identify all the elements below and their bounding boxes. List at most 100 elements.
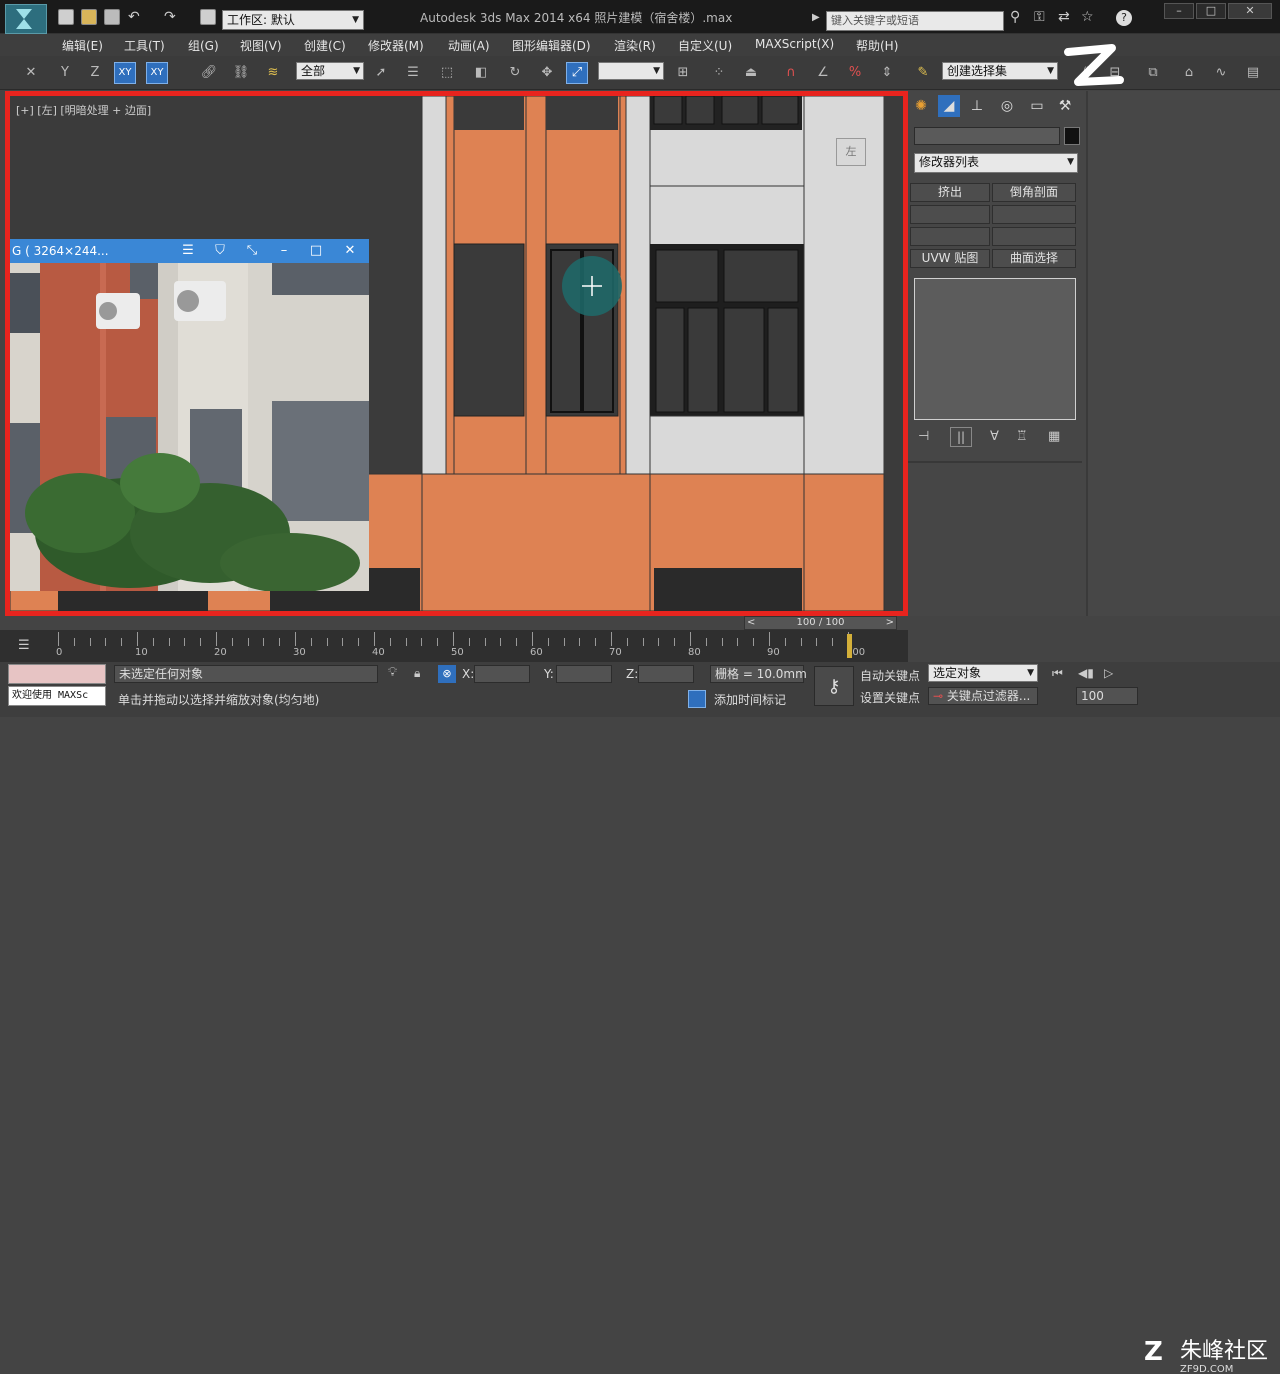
viewport-label[interactable]: [+] [左] [明暗处理 + 边面] bbox=[16, 102, 151, 118]
redo-icon[interactable]: ↷ bbox=[164, 9, 176, 25]
modifier-slot-button[interactable] bbox=[910, 227, 990, 246]
viewcube[interactable]: 左 bbox=[836, 138, 866, 166]
spinner-snap-icon[interactable]: ⇕ bbox=[876, 62, 898, 84]
create-tab-icon[interactable]: ✺ bbox=[910, 95, 932, 117]
show-end-result-icon[interactable]: || bbox=[950, 427, 972, 447]
object-color-swatch[interactable] bbox=[1064, 127, 1080, 145]
maximize-button[interactable]: □ bbox=[1196, 3, 1226, 19]
uvw-map-button[interactable]: UVW 贴图 bbox=[910, 249, 990, 268]
modifier-slot-button[interactable] bbox=[992, 227, 1076, 246]
maxscript-mini-listener[interactable]: 欢迎使用 MAXSc bbox=[8, 686, 106, 706]
track-bar-menu-icon[interactable]: ☰ bbox=[18, 638, 30, 653]
modifier-slot-button[interactable] bbox=[910, 205, 990, 224]
add-time-tag-label[interactable]: 添加时间标记 bbox=[714, 691, 786, 708]
set-key-button[interactable]: 设置关键点 bbox=[860, 689, 920, 706]
configure-sets-icon[interactable]: ▦ bbox=[1048, 429, 1060, 444]
pin-stack-icon[interactable]: ⊣ bbox=[918, 429, 929, 444]
go-to-start-icon[interactable]: ⏮ bbox=[1052, 666, 1063, 681]
time-slider[interactable]: < 100 / 100 > bbox=[744, 616, 897, 630]
window-crossing-icon[interactable]: ◧ bbox=[470, 62, 492, 84]
search-input[interactable]: 键入关键字或短语 bbox=[826, 11, 1004, 31]
fullscreen-icon[interactable]: ⤡ bbox=[240, 239, 264, 263]
track-bar[interactable]: ☰ 0 10 20 30 40 50 60 70 80 90 100 bbox=[0, 630, 908, 662]
select-manipulate-icon[interactable]: ⁘ bbox=[708, 62, 730, 84]
set-key-icon[interactable]: ⚷ bbox=[814, 666, 854, 706]
menu-icon[interactable]: ☰ bbox=[176, 239, 200, 263]
rotate-icon[interactable]: ↻ bbox=[504, 62, 526, 84]
modifier-stack-list[interactable] bbox=[914, 278, 1076, 420]
modifier-slot-button[interactable] bbox=[992, 205, 1076, 224]
x-coord-field[interactable] bbox=[474, 665, 530, 683]
bind-spacewarp-icon[interactable]: ≋ bbox=[262, 62, 284, 84]
menu-customize[interactable]: 自定义(U) bbox=[678, 37, 732, 54]
make-unique-icon[interactable]: ∀ bbox=[990, 429, 999, 444]
scale-button[interactable]: ⤢ bbox=[566, 62, 588, 84]
modify-tab-icon[interactable]: ◢ bbox=[938, 95, 960, 117]
curve-editor-icon[interactable]: ∿ bbox=[1210, 62, 1232, 84]
utilities-tab-icon[interactable]: ⚒ bbox=[1054, 95, 1076, 117]
angle-snap-icon[interactable]: ∠ bbox=[812, 62, 834, 84]
selection-lock-icon[interactable]: 🔒︎ bbox=[414, 666, 420, 681]
app-logo-icon[interactable] bbox=[5, 4, 47, 34]
key-filters-button[interactable]: ⊸ 关键点过滤器... bbox=[928, 687, 1038, 705]
reference-coordinate-dropdown[interactable]: ▼ bbox=[598, 62, 664, 80]
schematic-view-icon[interactable]: ▤ bbox=[1242, 62, 1264, 84]
key-mode-dropdown[interactable]: 选定对象 ▼ bbox=[928, 664, 1038, 682]
menu-rendering[interactable]: 渲染(R) bbox=[614, 37, 656, 54]
key-icon[interactable]: ⚿ bbox=[1034, 9, 1045, 25]
star-icon[interactable]: ☆ bbox=[1081, 9, 1094, 25]
current-frame-field[interactable]: 100 bbox=[1076, 687, 1138, 705]
display-tab-icon[interactable]: ▭ bbox=[1026, 95, 1048, 117]
absolute-mode-icon[interactable]: ⊗ bbox=[438, 665, 456, 683]
motion-tab-icon[interactable]: ◎ bbox=[996, 95, 1018, 117]
save-file-icon[interactable] bbox=[104, 9, 120, 25]
left-viewport[interactable]: [+] [左] [明暗处理 + 边面] 左 G ( 3264×244... ☰ … bbox=[5, 91, 908, 616]
axis-y-icon[interactable]: Y bbox=[54, 62, 76, 84]
scene-explorer-icon[interactable]: ⌂ bbox=[1178, 62, 1200, 84]
menu-graph-editors[interactable]: 图形编辑器(D) bbox=[512, 37, 591, 54]
menu-animation[interactable]: 动画(A) bbox=[448, 37, 490, 54]
named-selection-dropdown[interactable]: 创建选择集 ▼ bbox=[942, 62, 1058, 80]
select-object-icon[interactable]: ➚ bbox=[370, 62, 392, 84]
layer-manager-icon[interactable]: ⧉ bbox=[1142, 62, 1164, 84]
hierarchy-tab-icon[interactable]: ⊥ bbox=[966, 95, 988, 117]
link-icon[interactable]: 🔗︎ bbox=[198, 62, 220, 84]
exchange-icon[interactable]: ⇄ bbox=[1058, 9, 1070, 25]
object-name-field[interactable] bbox=[914, 127, 1060, 145]
unlink-icon[interactable]: ⛓︎ bbox=[230, 62, 252, 84]
pivot-icon[interactable]: ⊞ bbox=[672, 62, 694, 84]
auto-key-button[interactable]: 自动关键点 bbox=[860, 667, 920, 684]
percent-snap-icon[interactable]: % bbox=[844, 62, 866, 84]
menu-group[interactable]: 组(G) bbox=[188, 37, 219, 54]
maxscript-listener-swatch[interactable] bbox=[8, 664, 106, 684]
surface-select-button[interactable]: 曲面选择 bbox=[992, 249, 1076, 268]
minimize-icon[interactable]: – bbox=[272, 239, 296, 263]
open-file-icon[interactable] bbox=[81, 9, 97, 25]
modifier-list-dropdown[interactable]: 修改器列表 ▼ bbox=[914, 153, 1078, 173]
shirt-icon[interactable]: ⛉ bbox=[208, 239, 232, 263]
axis-xy-cycle-button[interactable]: XY bbox=[146, 62, 168, 84]
axis-z-icon[interactable]: Z bbox=[84, 62, 106, 84]
menu-tools[interactable]: 工具(T) bbox=[124, 37, 165, 54]
maximize-icon[interactable]: □ bbox=[304, 239, 328, 263]
undo-icon[interactable]: ↶ bbox=[128, 9, 140, 25]
play-icon[interactable]: ▷ bbox=[1104, 666, 1113, 680]
time-slider-prev-icon[interactable]: < bbox=[747, 617, 755, 629]
time-slider-next-icon[interactable]: > bbox=[886, 617, 894, 629]
previous-frame-icon[interactable]: ◀▮ bbox=[1078, 666, 1094, 680]
axis-x-icon[interactable]: ✕ bbox=[20, 62, 42, 84]
photo-viewer-titlebar[interactable]: G ( 3264×244... ☰ ⛉ ⤡ – □ ✕ bbox=[10, 239, 369, 263]
edit-named-selection-icon[interactable]: ✎ bbox=[912, 62, 934, 84]
extrude-button[interactable]: 挤出 bbox=[910, 183, 990, 202]
search-arrow-icon[interactable]: ▶ bbox=[812, 12, 820, 23]
photo-viewer-window[interactable]: G ( 3264×244... ☰ ⛉ ⤡ – □ ✕ bbox=[10, 239, 369, 591]
minimize-button[interactable]: – bbox=[1164, 3, 1194, 19]
menu-modifiers[interactable]: 修改器(M) bbox=[368, 37, 424, 54]
menu-create[interactable]: 创建(C) bbox=[304, 37, 346, 54]
axis-xy-button[interactable]: XY bbox=[114, 62, 136, 84]
menu-help[interactable]: 帮助(H) bbox=[856, 37, 898, 54]
add-time-tag-icon[interactable] bbox=[688, 690, 706, 708]
region-select-icon[interactable]: ⬚ bbox=[436, 62, 458, 84]
menu-view[interactable]: 视图(V) bbox=[240, 37, 282, 54]
new-file-icon[interactable] bbox=[58, 9, 74, 25]
